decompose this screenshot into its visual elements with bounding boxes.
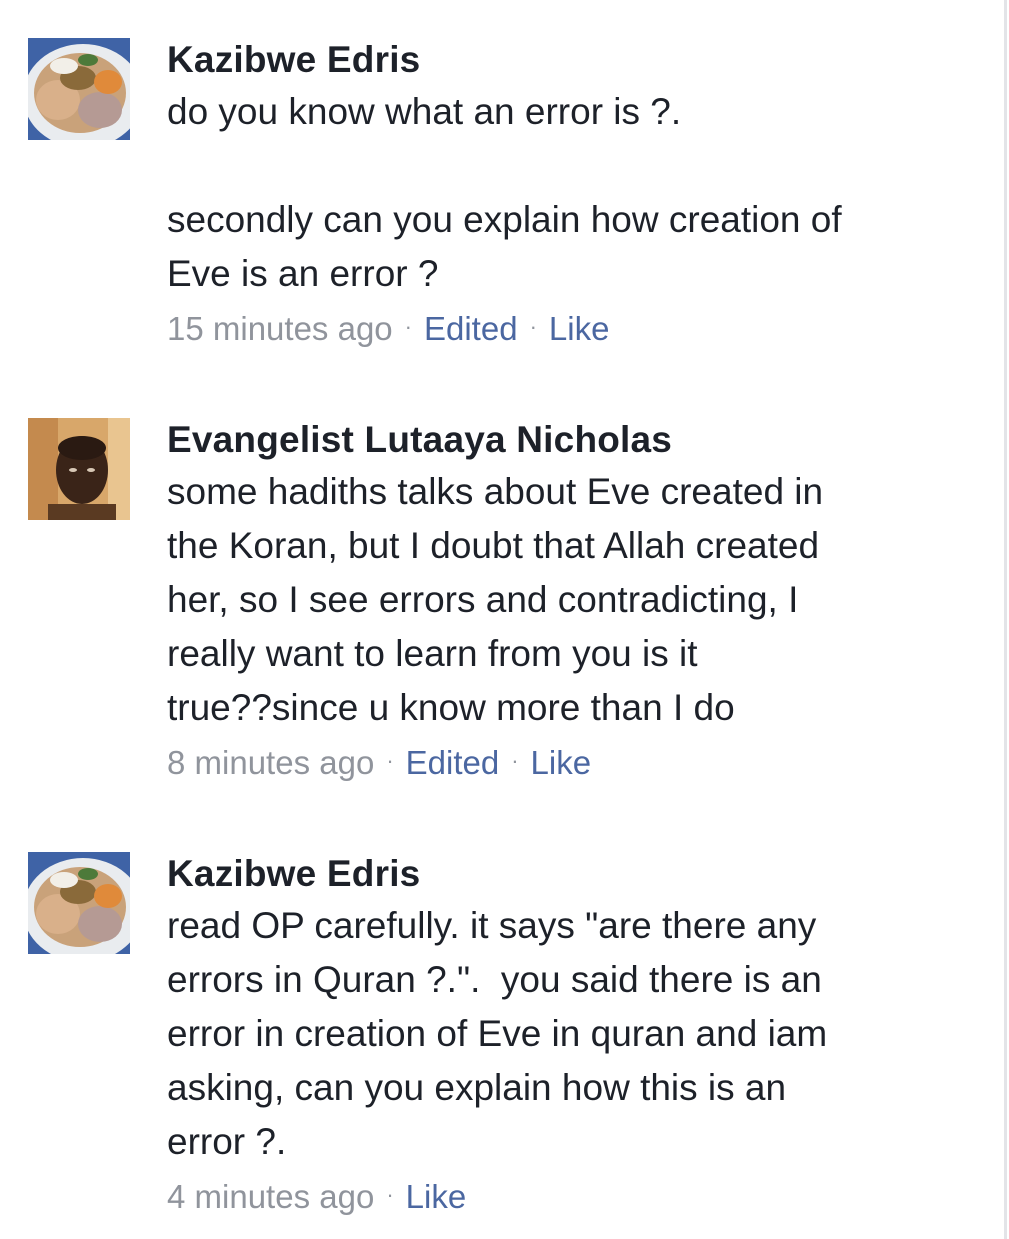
page-edge-divider [1004,0,1007,1239]
separator-dot: · [386,748,394,773]
comment-author[interactable]: Evangelist Lutaaya Nicholas [167,420,957,460]
separator-dot: · [404,314,412,339]
comment-meta: 15 minutes ago · Edited · Like [167,307,957,349]
comment-timestamp[interactable]: 15 minutes ago [167,310,393,347]
avatar[interactable] [28,38,130,140]
comment-text: read OP carefully. it says "are there an… [167,905,828,1162]
comment-timestamp[interactable]: 4 minutes ago [167,1178,374,1215]
comment-body: Evangelist Lutaaya Nicholas some hadiths… [167,420,957,783]
comment-text: do you know what an error is ?. secondly… [167,91,842,294]
avatar[interactable] [28,418,130,520]
separator-dot: · [529,314,537,339]
comment-meta: 8 minutes ago · Edited · Like [167,741,957,783]
comment-text: some hadiths talks about Eve created in … [167,471,824,728]
separator-dot: · [386,1182,394,1207]
edited-link[interactable]: Edited [406,744,500,781]
separator-dot: · [511,748,519,773]
avatar[interactable] [28,852,130,954]
like-button[interactable]: Like [531,744,592,781]
comment-meta: 4 minutes ago · Like [167,1175,957,1217]
like-button[interactable]: Like [406,1178,467,1215]
edited-link[interactable]: Edited [424,310,518,347]
person-portrait-avatar-icon [28,418,130,520]
comment-body: Kazibwe Edris do you know what an error … [167,40,957,349]
like-button[interactable]: Like [549,310,610,347]
comment-author[interactable]: Kazibwe Edris [167,40,957,80]
comment-timestamp[interactable]: 8 minutes ago [167,744,374,781]
comment-body: Kazibwe Edris read OP carefully. it says… [167,854,957,1217]
food-plate-avatar-icon [28,852,130,954]
comment-author[interactable]: Kazibwe Edris [167,854,957,894]
food-plate-avatar-icon [28,38,130,140]
